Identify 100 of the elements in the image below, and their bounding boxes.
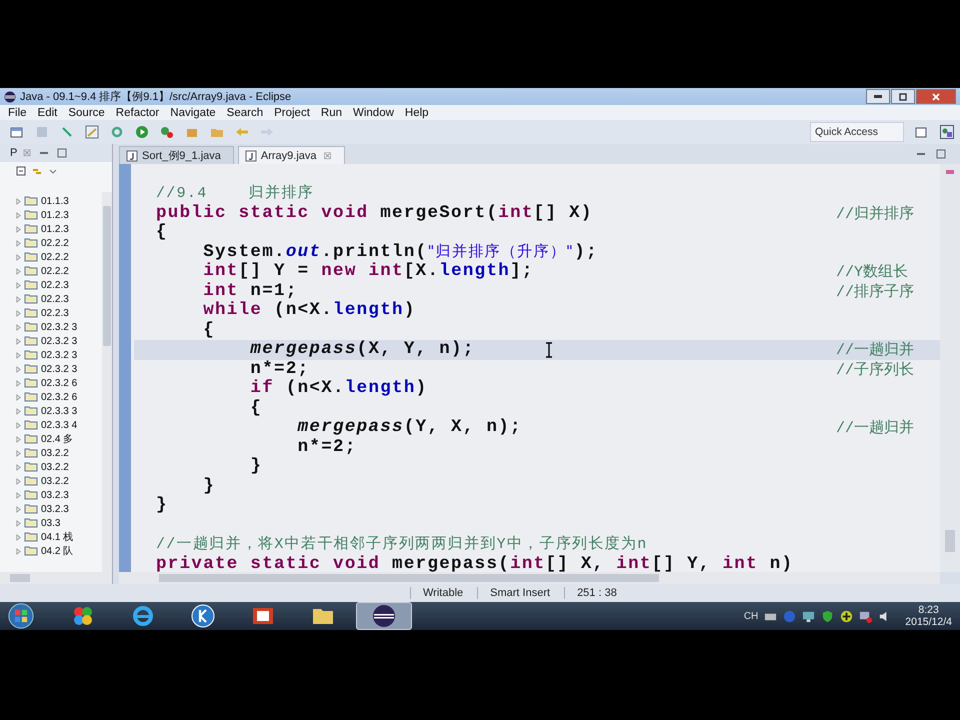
minimize-icon — [874, 95, 882, 98]
tree-item[interactable]: 02.2.2 — [41, 266, 69, 276]
code-comment: //子序列长 — [836, 360, 916, 379]
link-icon[interactable] — [32, 166, 42, 176]
menu-item[interactable]: Navigate — [170, 106, 216, 118]
status-text: Writable — [410, 587, 478, 599]
overview-marker[interactable] — [946, 170, 954, 174]
menu-item[interactable]: Source — [68, 106, 105, 118]
maximize-icon[interactable] — [936, 149, 946, 159]
tree-item[interactable]: 03.2.3 — [41, 490, 69, 500]
folder-icon — [24, 322, 38, 332]
tree-item[interactable]: 02.2.3 — [41, 294, 69, 304]
shield-icon[interactable] — [821, 610, 834, 622]
menu-item[interactable]: File — [8, 106, 27, 118]
tree-item[interactable]: 01.2.3 — [41, 210, 69, 220]
tree-item[interactable]: 02.2.3 — [41, 308, 69, 318]
help-icon[interactable] — [783, 610, 796, 622]
tree-item[interactable]: 03.2.2 — [41, 448, 69, 458]
network-icon[interactable] — [859, 610, 872, 622]
clock-time[interactable]: 8:23 — [918, 604, 939, 616]
folder-icon — [24, 336, 38, 346]
tree-item[interactable]: 02.3.2 6 — [41, 392, 78, 402]
highlighter-icon[interactable] — [85, 125, 99, 139]
monitor-icon[interactable] — [802, 610, 816, 622]
eclipse-icon — [372, 604, 396, 628]
status-text: Smart Insert — [477, 587, 564, 599]
back-arrow-icon[interactable] — [235, 125, 249, 139]
folder-icon — [24, 420, 38, 430]
minimize-button[interactable] — [866, 89, 890, 104]
status-text: 251 : 38 — [564, 587, 631, 599]
menu-item[interactable]: Window — [353, 106, 394, 118]
clock-date[interactable]: 2015/12/4 — [905, 616, 952, 628]
folder-icon — [24, 434, 38, 444]
code-line: private static void mergepass(int[] X, int[] Y, int n) — [156, 554, 794, 572]
plus-icon[interactable] — [840, 610, 854, 622]
tree-item[interactable]: 02.3.3 4 — [41, 420, 78, 430]
code-comment: //一趟归并 — [836, 418, 916, 438]
perspective-icon[interactable] — [915, 125, 929, 139]
tree-item[interactable]: 02.3.3 3 — [41, 406, 78, 416]
menu-item[interactable]: Search — [226, 106, 264, 118]
tree-item[interactable]: 02.3.2 3 — [41, 350, 78, 360]
horizontal-scrollbar[interactable] — [119, 572, 940, 584]
folder-icon — [24, 532, 38, 542]
debug-icon[interactable] — [160, 125, 174, 139]
folder-icon — [24, 266, 38, 276]
tree-item[interactable]: 02.2.2 — [41, 252, 69, 262]
folder-icon — [24, 364, 38, 374]
tree-item[interactable]: 02.3.2 3 — [41, 364, 78, 374]
code-comment: //排序子序 — [836, 282, 916, 301]
code-line: public static void mergeSort(int[] X) — [156, 204, 593, 223]
language-indicator[interactable]: CH — [744, 610, 758, 622]
code-line: //9.4 归并排序 — [156, 184, 314, 204]
tree-item[interactable]: 03.3 — [41, 518, 60, 528]
menu-item[interactable]: Help — [404, 106, 429, 118]
menu-item[interactable]: Refactor — [116, 106, 160, 118]
browser-icon — [131, 604, 155, 628]
maximize-icon[interactable] — [57, 148, 68, 158]
code-line: { — [202, 320, 216, 340]
tree-item[interactable]: 04.1 栈 — [41, 530, 74, 544]
java-perspective-icon[interactable] — [940, 125, 954, 139]
folder-icon — [24, 280, 38, 290]
folder-icon — [24, 196, 38, 206]
tree-item[interactable]: 02.2.3 — [41, 280, 69, 290]
editor-tab[interactable]: Sort_例9_1.java — [119, 146, 234, 164]
editor-tab[interactable]: Array9.java ☒ — [238, 146, 345, 164]
vertical-scrollbar[interactable] — [102, 192, 112, 572]
folder-icon — [24, 504, 38, 514]
maximize-icon — [898, 92, 908, 102]
package-explorer-tab[interactable]: P ☒ — [10, 147, 32, 159]
tree-item[interactable]: 01.1.3 — [41, 196, 69, 206]
tree-item[interactable]: 02.2.2 — [41, 238, 69, 248]
code-comment: //归并排序 — [836, 204, 916, 223]
collapse-all-icon[interactable] — [16, 166, 26, 176]
code-line: } — [156, 496, 168, 516]
tree-item[interactable]: 02.3.2 3 — [41, 322, 78, 332]
code-line: mergepass(Y, X, n); — [296, 418, 522, 438]
folder-icon — [24, 392, 38, 402]
maximize-button[interactable] — [891, 89, 915, 104]
run-icon[interactable] — [135, 125, 149, 139]
tree-item[interactable]: 01.2.3 — [41, 224, 69, 234]
horizontal-scrollbar[interactable] — [0, 572, 112, 584]
tree-item[interactable]: 03.2.3 — [41, 504, 69, 514]
menu-item[interactable]: Run — [320, 106, 342, 118]
tree-item[interactable]: 02.3.2 6 — [41, 378, 78, 388]
start-button[interactable] — [8, 603, 34, 629]
folder-icon — [24, 224, 38, 234]
menu-item[interactable]: Project — [274, 106, 310, 118]
menu-item[interactable]: Edit — [38, 106, 58, 118]
quick-access-field[interactable]: Quick Access — [810, 122, 904, 142]
tree-item[interactable]: 04.2 队 — [41, 544, 74, 558]
tree-item[interactable]: 03.2.2 — [41, 476, 69, 486]
tree-item[interactable]: 02.4 多 — [41, 432, 74, 446]
close-button[interactable] — [916, 89, 956, 104]
tree-item[interactable]: 02.3.2 3 — [41, 336, 78, 346]
taskbar-button[interactable] — [356, 602, 412, 630]
folder-icon — [24, 252, 38, 262]
tree-item[interactable]: 03.2.2 — [41, 462, 69, 472]
code-line: int n=1; — [202, 282, 298, 301]
folder-icon — [24, 476, 38, 486]
new-window-icon[interactable] — [10, 125, 24, 139]
